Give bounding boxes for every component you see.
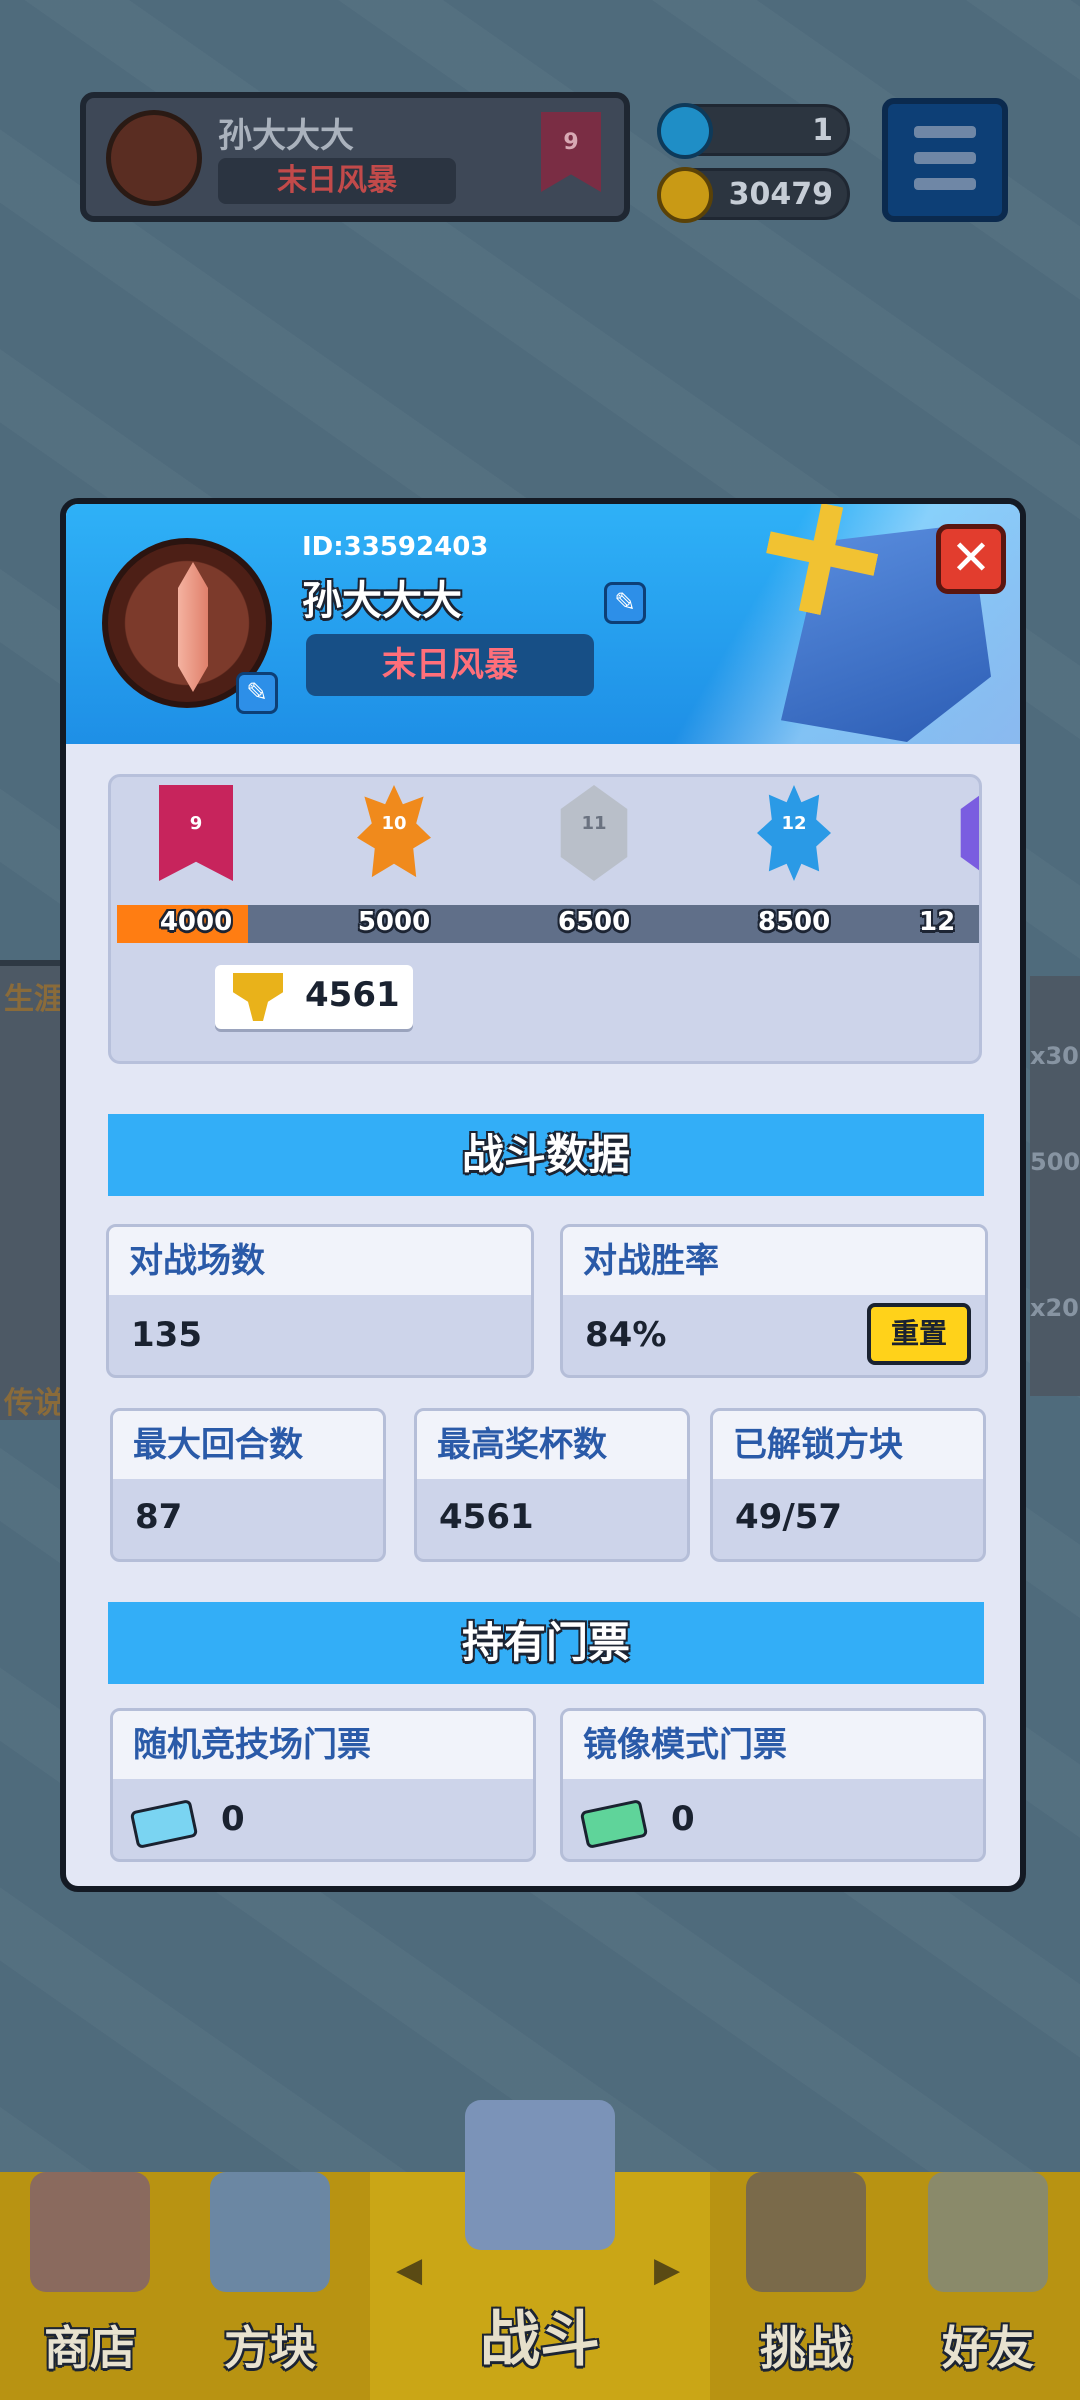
trophy-icon [233, 973, 283, 1021]
max-trophies-label: 最高奖杯数 [417, 1411, 687, 1479]
arena-ticket-label: 随机竞技场门票 [113, 1711, 533, 1779]
rank-badge-icon: 9 [159, 785, 233, 881]
rank-level-label: 10 [381, 813, 407, 834]
coin-icon [657, 167, 713, 223]
rank-progress-section[interactable]: 9 10 11 12 13 4000 5000 6500 8500 12 456… [108, 774, 982, 1064]
edit-name-button[interactable]: ✎ [604, 582, 646, 624]
max-rounds-card: 最大回合数 87 [110, 1408, 386, 1562]
background-panel-right: x300 500 x20 [1030, 976, 1080, 1396]
matches-label: 对战场数 [109, 1227, 531, 1295]
hud-rank-level: 9 [563, 130, 579, 155]
arena-ticket-card: 随机竞技场门票 0 [110, 1708, 536, 1862]
sword-icon [178, 562, 208, 692]
player-name: 孙大大大 [302, 578, 462, 624]
rank-badge-icon: 10 [357, 785, 431, 881]
gem-icon [657, 103, 713, 159]
hud-player-name: 孙大大大 [218, 116, 354, 156]
nav-battle[interactable]: 战斗 [420, 2100, 660, 2400]
arena-ticket-icon [129, 1798, 199, 1850]
nav-shop-label: 商店 [44, 2321, 136, 2375]
rank-threshold: 5000 [357, 907, 431, 937]
friends-icon [928, 2172, 1048, 2292]
gem-count: 1 [812, 113, 833, 148]
nav-right-arrow-icon[interactable]: ▶ [654, 2250, 680, 2290]
rank-threshold: 6500 [557, 907, 631, 937]
shop-icon [30, 2172, 150, 2292]
max-trophies-card: 最高奖杯数 4561 [414, 1408, 690, 1562]
battle-icon [465, 2100, 615, 2250]
nav-shop[interactable]: 商店 [0, 2172, 180, 2400]
hud-player-title: 末日风暴 [218, 158, 456, 204]
nav-blocks-label: 方块 [224, 2321, 316, 2375]
hud-profile-card[interactable]: 孙大大大 末日风暴 9 [80, 92, 630, 222]
player-title[interactable]: 末日风暴 [306, 634, 594, 696]
blocks-icon [210, 2172, 330, 2292]
arena-ticket-count: 0 [221, 1799, 245, 1839]
rank-badge-icon: 11 [557, 785, 631, 881]
winrate-value: 84% [585, 1315, 667, 1355]
menu-icon-line [914, 126, 976, 138]
background-label-left-bottom: 传说 [4, 1386, 64, 1421]
unlocked-blocks-card: 已解锁方块 49/57 [710, 1408, 986, 1562]
rank-badge-icon: 12 [757, 785, 831, 881]
nav-challenge-label: 挑战 [760, 2321, 852, 2375]
rank-badge-icon: 13 [957, 785, 979, 881]
nav-battle-label: 战斗 [480, 2305, 600, 2375]
max-rounds-value: 87 [135, 1497, 183, 1537]
current-trophy-box: 4561 [215, 965, 413, 1029]
matches-value: 135 [131, 1315, 202, 1355]
unlocked-blocks-label: 已解锁方块 [713, 1411, 983, 1479]
profile-header: ✎ ID:33592403 孙大大大 ✎ 末日风暴 ✕ [66, 504, 1020, 744]
rank-threshold: 8500 [757, 907, 831, 937]
mirror-ticket-icon [579, 1798, 649, 1850]
close-button[interactable]: ✕ [936, 524, 1006, 594]
max-rounds-label: 最大回合数 [113, 1411, 383, 1479]
current-trophy-count: 4561 [305, 975, 400, 1015]
menu-icon-line [914, 152, 976, 164]
rank-level-label: 13 [957, 813, 979, 834]
background-label-right-top: x300 [1030, 1042, 1080, 1070]
background-panel-left: 生涯 传说 [0, 960, 64, 1421]
max-trophies-value: 4561 [439, 1497, 534, 1537]
matches-card: 对战场数 135 [106, 1224, 534, 1378]
gem-counter[interactable]: 1 [657, 103, 850, 159]
mirror-ticket-card: 镜像模式门票 0 [560, 1708, 986, 1862]
unlocked-blocks-value: 49/57 [735, 1497, 843, 1537]
reset-button[interactable]: 重置 [867, 1303, 971, 1365]
battle-stats-title: 战斗数据 [108, 1114, 984, 1196]
coin-count: 30479 [728, 177, 833, 212]
winrate-card: 对战胜率 84% 重置 [560, 1224, 988, 1378]
winrate-label: 对战胜率 [563, 1227, 985, 1295]
mirror-ticket-count: 0 [671, 1799, 695, 1839]
rank-level-label: 12 [781, 813, 807, 834]
hud-rank-badge-icon: 9 [541, 112, 601, 192]
rank-threshold: 4000 [159, 907, 233, 937]
nav-blocks[interactable]: 方块 [180, 2172, 360, 2400]
rank-level-label: 9 [189, 813, 203, 834]
hud-avatar [106, 110, 202, 206]
background-label-right-mid: 500 [1030, 1148, 1080, 1176]
mirror-ticket-label: 镜像模式门票 [563, 1711, 983, 1779]
tickets-title: 持有门票 [108, 1602, 984, 1684]
profile-modal: ✎ ID:33592403 孙大大大 ✎ 末日风暴 ✕ 9 10 11 12 1… [60, 498, 1026, 1892]
challenge-icon [746, 2172, 866, 2292]
menu-button[interactable] [882, 98, 1008, 222]
edit-avatar-button[interactable]: ✎ [236, 672, 278, 714]
rank-level-label: 11 [581, 813, 607, 834]
background-label-left-top: 生涯 [4, 982, 64, 1017]
background-label-right-bottom: x20 [1030, 1294, 1079, 1322]
coin-counter[interactable]: 30479 [657, 167, 850, 223]
rank-threshold: 12 [919, 907, 956, 937]
nav-challenge[interactable]: 挑战 [716, 2172, 896, 2400]
player-id: ID:33592403 [302, 532, 489, 562]
nav-left-arrow-icon[interactable]: ◀ [396, 2250, 422, 2290]
nav-friends[interactable]: 好友 [896, 2172, 1080, 2400]
menu-icon-line [914, 178, 976, 190]
nav-friends-label: 好友 [942, 2321, 1034, 2375]
